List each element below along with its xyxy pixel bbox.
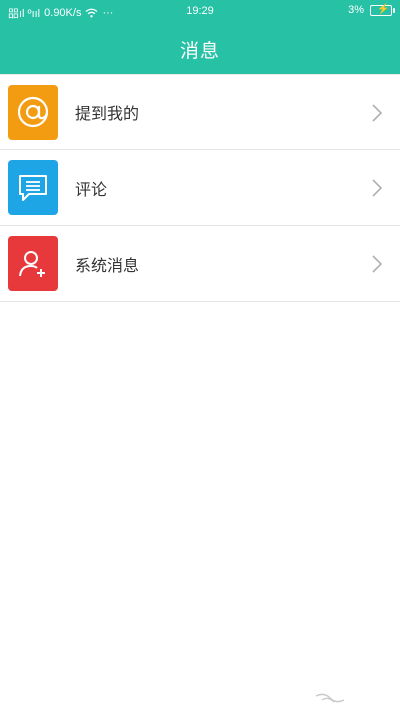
status-time: 19:29 [186, 5, 214, 17]
list-item-comments[interactable]: 评论 [0, 150, 400, 226]
chevron-right-icon [372, 179, 382, 197]
comment-icon [19, 174, 47, 201]
chevron-right-icon [372, 104, 382, 122]
charging-icon: ⚡ [377, 3, 390, 15]
message-list: 提到我的 评论 系统消息 [0, 74, 400, 302]
at-icon [17, 96, 49, 128]
list-item-label: 提到我的 [75, 104, 140, 123]
battery-percent: 3% [348, 4, 364, 16]
user-add-icon [19, 250, 45, 277]
battery-icon: ⚡ [370, 3, 395, 16]
list-item-system-messages[interactable]: 系统消息 [0, 226, 400, 302]
list-item-mentions[interactable]: 提到我的 [0, 74, 400, 150]
system-messages-icon-tile [8, 236, 58, 291]
comments-icon-tile [8, 160, 58, 215]
list-item-label: 系统消息 [75, 255, 140, 275]
chevron-right-icon [372, 255, 382, 273]
list-item-label: 评论 [75, 179, 108, 199]
page-title: 消息 [179, 39, 220, 62]
watermark-mark-icon [315, 693, 345, 703]
status-right: 3% ⚡ [348, 3, 395, 16]
mentions-icon-tile [8, 84, 58, 140]
status-bar: 㗊ıl ºııl 0.90K/s ··· 19:29 3% ⚡ [0, 0, 400, 24]
nav-bar: 消息 [0, 24, 400, 74]
